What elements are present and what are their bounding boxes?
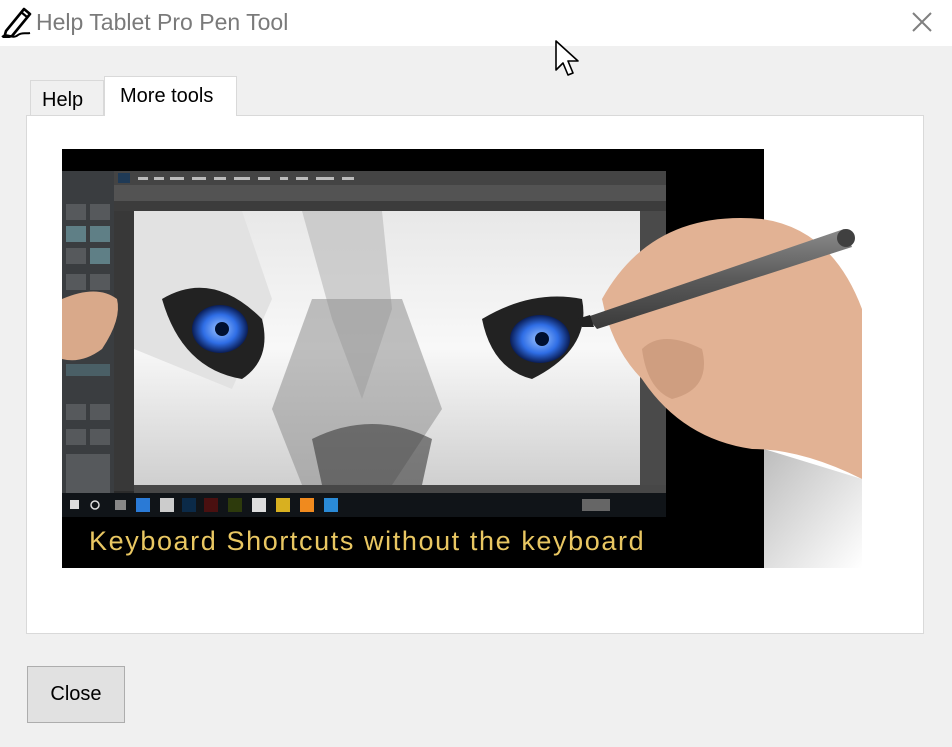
tab-more-tools-label: More tools [120,85,214,107]
pen-icon [1,7,32,38]
mouse-cursor-icon [555,40,579,76]
close-icon[interactable] [908,8,936,36]
title-bar: Help Tablet Pro Pen Tool [0,0,952,46]
tab-help[interactable]: Help [30,80,104,115]
window-title: Help Tablet Pro Pen Tool [36,9,289,35]
image-caption: Keyboard Shortcuts without the keyboard [89,526,646,556]
tab-help-label: Help [42,89,84,111]
tab-more-tools[interactable]: More tools [104,76,237,116]
close-button[interactable]: Close [27,666,125,723]
promo-image [62,149,862,568]
